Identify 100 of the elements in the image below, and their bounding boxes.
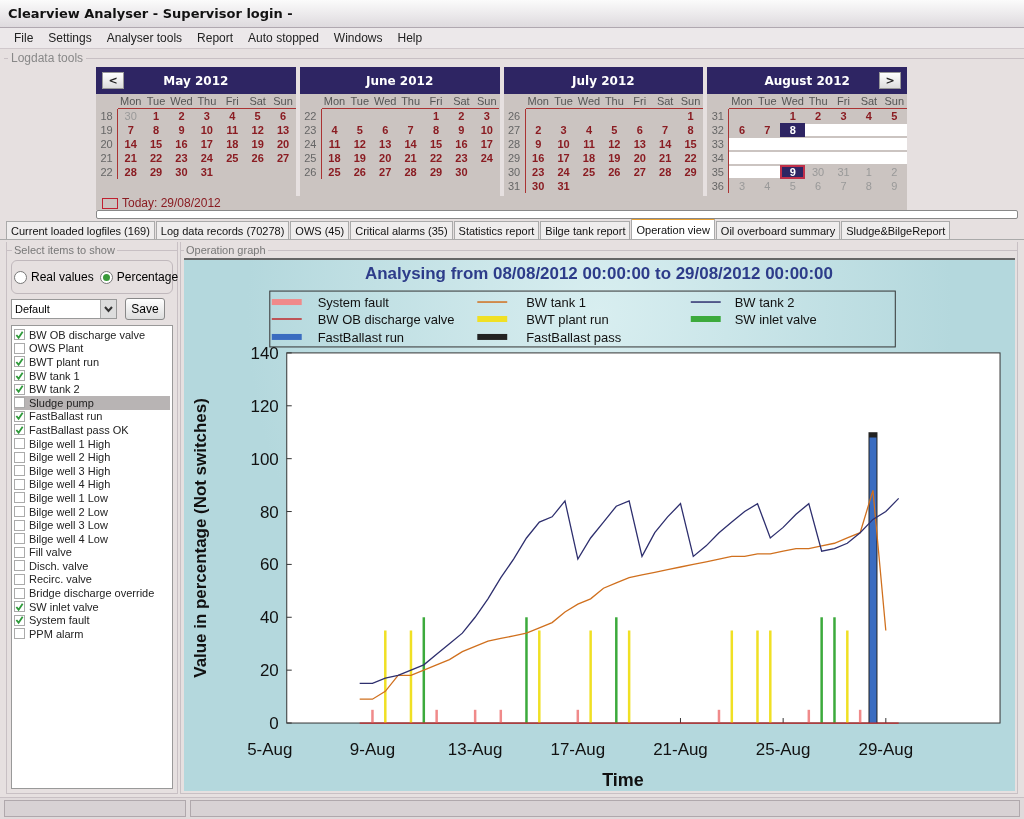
list-item[interactable]: SW inlet valve	[14, 599, 170, 614]
calendar-day[interactable]: 18	[576, 151, 602, 165]
calendar-day[interactable]: 13	[627, 137, 653, 151]
calendar-day[interactable]: 17	[194, 137, 220, 151]
list-item[interactable]: FastBallast run	[14, 409, 170, 424]
list-item[interactable]: Bilge well 2 High	[14, 450, 170, 464]
calendar-day[interactable]: 8	[423, 123, 449, 137]
calendar-day[interactable]: 1	[780, 109, 806, 123]
tab[interactable]: Sludge&BilgeReport	[841, 221, 951, 239]
calendar-day[interactable]: 3	[550, 123, 577, 137]
menu-item[interactable]: File	[14, 31, 34, 45]
calendar-day[interactable]: 20	[270, 137, 296, 151]
calendar-day[interactable]: 23	[448, 151, 475, 165]
calendar-day[interactable]: 4	[576, 123, 602, 137]
list-item[interactable]: System fault	[14, 613, 170, 628]
calendar-day[interactable]: 13	[372, 137, 398, 151]
tab[interactable]: Oil overboard summary	[715, 221, 841, 239]
calendar-day[interactable]: 23	[525, 165, 551, 179]
calendar-day[interactable]: 12	[601, 137, 628, 151]
tab[interactable]: Operation view	[631, 218, 715, 239]
calendar-day[interactable]: 25	[219, 151, 245, 165]
calendar-day[interactable]: 3	[194, 109, 220, 123]
calendar-day[interactable]: 10	[550, 137, 577, 151]
calendar-day[interactable]: 28	[397, 165, 424, 179]
calendar-day[interactable]: 16	[525, 151, 551, 165]
list-item[interactable]: Bridge discharge override	[14, 586, 170, 600]
calendar-day[interactable]: 22	[677, 151, 704, 165]
calendar-day[interactable]: 11	[576, 137, 602, 151]
calendar-day[interactable]: 1	[423, 109, 449, 123]
list-item[interactable]: Bilge well 1 Low	[14, 491, 170, 505]
calendar-day[interactable]: 31	[194, 165, 220, 179]
calendar-day[interactable]: 13	[270, 123, 296, 137]
calendar-day[interactable]: 20	[627, 151, 653, 165]
list-item[interactable]: BWT plant run	[14, 355, 170, 369]
calendar-day[interactable]: 1	[677, 109, 704, 123]
list-item[interactable]: Bilge well 3 High	[14, 463, 170, 478]
list-item[interactable]: OWS Plant	[14, 341, 170, 356]
tab[interactable]: Current loaded logfiles (169)	[6, 221, 155, 239]
calendar-day[interactable]: 22	[143, 151, 169, 165]
tab[interactable]: OWS (45)	[290, 221, 350, 239]
list-item[interactable]: BW tank 1	[14, 368, 170, 383]
preset-dropdown[interactable]: Default	[11, 299, 117, 319]
calendar-day[interactable]: 21	[652, 151, 678, 165]
calendar-day[interactable]: 30	[525, 179, 551, 193]
calendar-day[interactable]: 14	[652, 137, 678, 151]
calendar-day[interactable]: 22	[423, 151, 449, 165]
calendar-day[interactable]: 5	[244, 109, 271, 123]
calendar-day[interactable]: 29	[423, 165, 449, 179]
calendar-day[interactable]: 6	[627, 123, 653, 137]
calendar-day[interactable]: 7	[397, 123, 424, 137]
calendar-day[interactable]: 26	[601, 165, 628, 179]
tab[interactable]: Critical alarms (35)	[350, 221, 453, 239]
calendar-day[interactable]: 2	[448, 109, 475, 123]
calendar-day[interactable]: 18	[219, 137, 245, 151]
list-item[interactable]: PPM alarm	[14, 627, 170, 641]
calendar-day[interactable]: 9	[525, 137, 551, 151]
list-item[interactable]: Fill valve	[14, 545, 170, 560]
calendar-day[interactable]: 28	[118, 165, 144, 179]
list-item[interactable]: Bilge well 4 Low	[14, 531, 170, 546]
calendar-day[interactable]: 5	[347, 123, 373, 137]
calendar-day[interactable]: 3	[830, 109, 857, 123]
calendar-day[interactable]: 6	[729, 123, 755, 137]
tab[interactable]: Bilge tank report	[540, 221, 631, 239]
calendar-day[interactable]: 7	[118, 123, 144, 137]
calendar-day[interactable]: 21	[118, 151, 144, 165]
list-item[interactable]: Bilge well 2 Low	[14, 504, 170, 519]
list-item[interactable]: BW tank 2	[14, 382, 170, 396]
calendar-day[interactable]: 23	[168, 151, 195, 165]
calendar-day[interactable]: 4	[856, 109, 882, 123]
previous-month-button[interactable]: <	[102, 72, 124, 89]
calendar-day[interactable]: 11	[219, 123, 245, 137]
calendar-day[interactable]: 5	[881, 109, 907, 123]
menu-item[interactable]: Help	[397, 31, 423, 45]
calendar-day[interactable]: 30	[448, 165, 475, 179]
calendar-day[interactable]: 2	[168, 109, 195, 123]
calendar-day[interactable]: 8	[780, 123, 806, 137]
calendar-day[interactable]: 8	[143, 123, 169, 137]
menu-item[interactable]: Windows	[333, 31, 383, 45]
calendar-day[interactable]: 11	[321, 137, 348, 151]
calendar-day[interactable]: 1	[143, 109, 169, 123]
calendar-day[interactable]: 8	[677, 123, 704, 137]
next-month-button[interactable]: >	[879, 72, 901, 89]
calendar-day[interactable]: 24	[474, 151, 500, 165]
calendar-day[interactable]: 16	[448, 137, 475, 151]
calendar-day[interactable]: 27	[372, 165, 398, 179]
calendar-day[interactable]: 27	[627, 165, 653, 179]
calendar-day[interactable]: 4	[219, 109, 245, 123]
calendar-day[interactable]: 9	[448, 123, 475, 137]
calendar-day[interactable]: 15	[143, 137, 169, 151]
calendar-day[interactable]: 31	[550, 179, 577, 193]
calendar-day[interactable]: 17	[550, 151, 577, 165]
list-item[interactable]: Recirc. valve	[14, 572, 170, 587]
calendar-day[interactable]: 18	[321, 151, 348, 165]
menu-item[interactable]: Report	[197, 31, 234, 45]
calendar-day[interactable]: 27	[270, 151, 296, 165]
calendar-day[interactable]: 15	[423, 137, 449, 151]
list-item[interactable]: Sludge pump	[14, 395, 170, 410]
calendar-day[interactable]: 24	[550, 165, 577, 179]
calendar-day[interactable]: 5	[601, 123, 628, 137]
calendar-day[interactable]: 2	[805, 109, 831, 123]
